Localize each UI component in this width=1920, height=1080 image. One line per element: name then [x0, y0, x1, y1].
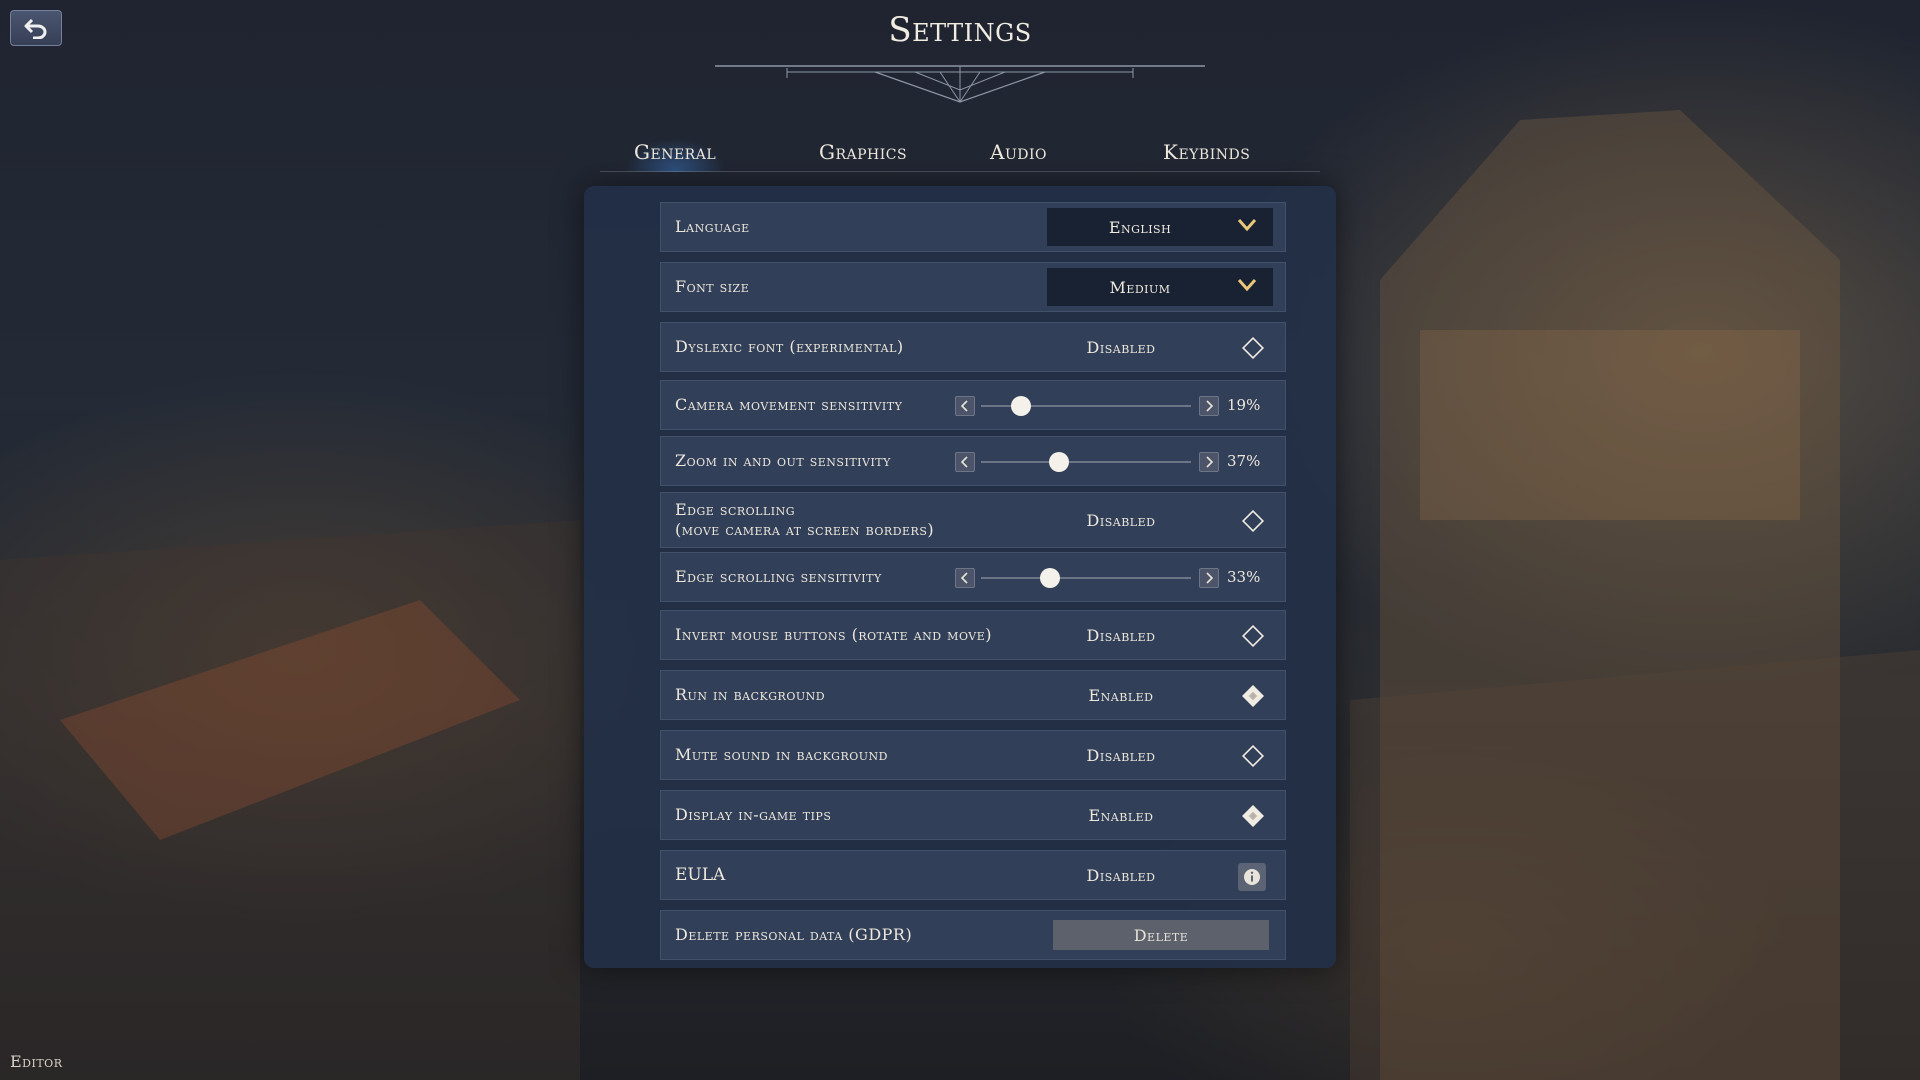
eula-info-button[interactable]	[1238, 863, 1266, 891]
setting-label: Invert mouse buttons (rotate and move)	[675, 625, 992, 644]
setting-row-edge-scrolling: Edge scrolling (move camera at screen bo…	[660, 492, 1286, 548]
slider-value: 33%	[1227, 568, 1261, 586]
setting-row-language: Language English	[660, 202, 1286, 252]
tab-bar: General Graphics Audio Keybinds	[620, 138, 1280, 172]
setting-row-mute-background: Mute sound in background Disabled	[660, 730, 1286, 780]
setting-row-dyslexic-font: Dyslexic font (experimental) Disabled	[660, 322, 1286, 372]
tab-divider	[600, 171, 1320, 172]
chevron-right-icon	[1206, 572, 1214, 584]
setting-label: Edge scrolling (move camera at screen bo…	[675, 500, 934, 540]
setting-label-line2: (move camera at screen borders)	[675, 520, 935, 539]
slider-value: 37%	[1227, 452, 1261, 470]
title-ornament	[715, 65, 1205, 103]
dropdown-value: Medium	[1109, 277, 1171, 297]
setting-state: Enabled	[1088, 805, 1154, 825]
font-size-dropdown[interactable]: Medium	[1047, 268, 1273, 306]
toggle-diamond-icon[interactable]	[1242, 745, 1264, 767]
setting-label: EULA	[675, 865, 726, 885]
setting-label: Run in background	[675, 685, 826, 704]
delete-data-button[interactable]: Delete	[1053, 920, 1269, 950]
tab-graphics[interactable]: Graphics	[809, 138, 917, 172]
setting-state: Disabled	[1086, 865, 1156, 885]
setting-state: Disabled	[1086, 510, 1156, 530]
increase-button[interactable]	[1199, 568, 1219, 588]
slider-thumb[interactable]	[1048, 452, 1069, 472]
slider-thumb[interactable]	[1010, 396, 1031, 416]
decrease-button[interactable]	[955, 452, 975, 472]
increase-button[interactable]	[1199, 396, 1219, 416]
slider-track[interactable]	[981, 577, 1191, 579]
increase-button[interactable]	[1199, 452, 1219, 472]
slider-track[interactable]	[981, 461, 1191, 463]
setting-label: Dyslexic font (experimental)	[675, 337, 904, 356]
settings-panel: Language English Font size Medium Dyslex…	[584, 186, 1336, 968]
setting-label: Language	[675, 217, 750, 236]
setting-state: Enabled	[1088, 685, 1154, 705]
chevron-left-icon	[960, 400, 968, 412]
tab-general[interactable]: General	[624, 138, 727, 172]
toggle-diamond-icon[interactable]	[1242, 625, 1264, 647]
toggle-diamond-filled-icon[interactable]	[1242, 685, 1264, 707]
setting-state: Disabled	[1086, 625, 1156, 645]
language-dropdown[interactable]: English	[1047, 208, 1273, 246]
chevron-left-icon	[960, 456, 968, 468]
setting-row-ingame-tips: Display in-game tips Enabled	[660, 790, 1286, 840]
setting-row-run-background: Run in background Enabled	[660, 670, 1286, 720]
chevron-left-icon	[960, 572, 968, 584]
setting-label: Display in-game tips	[675, 805, 832, 824]
slider-value: 19%	[1227, 396, 1261, 414]
setting-state: Disabled	[1086, 745, 1156, 765]
decrease-button[interactable]	[955, 396, 975, 416]
setting-label-line1: Edge scrolling	[675, 500, 796, 519]
page-title: Settings	[888, 10, 1032, 50]
toggle-diamond-icon[interactable]	[1242, 510, 1264, 532]
setting-row-eula: EULA Disabled	[660, 850, 1286, 900]
setting-row-edge-scrolling-sensitivity: Edge scrolling sensitivity 33%	[660, 552, 1286, 602]
chevron-down-icon	[1237, 279, 1257, 292]
setting-label: Edge scrolling sensitivity	[675, 567, 882, 586]
setting-row-invert-mouse: Invert mouse buttons (rotate and move) D…	[660, 610, 1286, 660]
setting-label: Delete personal data (GDPR)	[675, 925, 913, 944]
slider-thumb[interactable]	[1040, 568, 1061, 588]
toggle-diamond-icon[interactable]	[1242, 337, 1264, 359]
tab-keybinds[interactable]: Keybinds	[1153, 138, 1260, 172]
setting-row-font-size: Font size Medium	[660, 262, 1286, 312]
info-icon	[1244, 869, 1260, 885]
dropdown-value: English	[1108, 217, 1172, 237]
setting-label: Zoom in and out sensitivity	[675, 451, 891, 470]
setting-row-gdpr: Delete personal data (GDPR) Delete	[660, 910, 1286, 960]
chevron-right-icon	[1206, 400, 1214, 412]
chevron-right-icon	[1206, 456, 1214, 468]
toggle-diamond-filled-icon[interactable]	[1242, 805, 1264, 827]
tab-audio[interactable]: Audio	[980, 138, 1057, 172]
setting-state: Disabled	[1086, 337, 1156, 357]
decrease-button[interactable]	[955, 568, 975, 588]
chevron-down-icon	[1237, 219, 1257, 232]
setting-row-camera-sensitivity: Camera movement sensitivity 19%	[660, 380, 1286, 430]
setting-row-zoom-sensitivity: Zoom in and out sensitivity 37%	[660, 436, 1286, 486]
setting-label: Mute sound in background	[675, 745, 888, 764]
editor-label[interactable]: Editor	[10, 1052, 62, 1071]
setting-label: Camera movement sensitivity	[675, 395, 903, 414]
setting-label: Font size	[675, 277, 750, 296]
